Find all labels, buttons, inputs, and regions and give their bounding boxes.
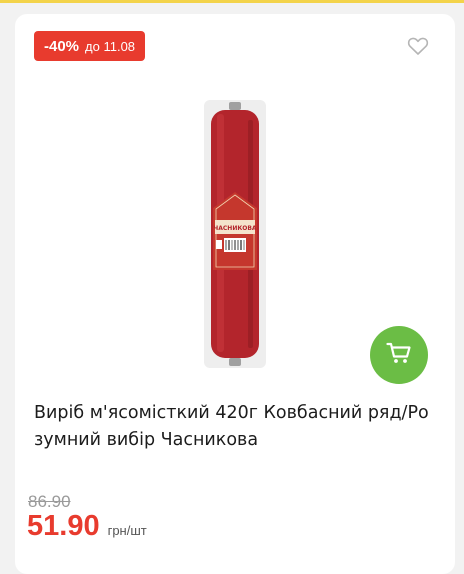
top-accent-bar — [0, 0, 464, 3]
product-card[interactable]: -40% до 11.08 ЧАСНИКОВА Виріб м'ясомістк… — [15, 14, 455, 574]
product-image[interactable]: ЧАСНИКОВА — [202, 100, 268, 368]
discount-percent: -40% — [44, 37, 80, 55]
product-title[interactable]: Виріб м'ясомісткий 420г Ковбасний ряд/Ро… — [34, 400, 434, 454]
discount-badge: -40% до 11.08 — [34, 31, 146, 61]
discount-until: до 11.08 — [85, 38, 136, 54]
add-to-cart-button[interactable] — [370, 326, 428, 384]
old-price: 86.90 — [28, 492, 71, 511]
current-price: 51.90 — [27, 510, 100, 542]
price-row: 51.90 грн/шт — [27, 510, 147, 543]
price-unit: грн/шт — [107, 523, 147, 538]
cart-icon — [386, 341, 412, 369]
package-label-text: ЧАСНИКОВА — [213, 225, 257, 232]
heart-outline-icon[interactable] — [407, 36, 429, 56]
